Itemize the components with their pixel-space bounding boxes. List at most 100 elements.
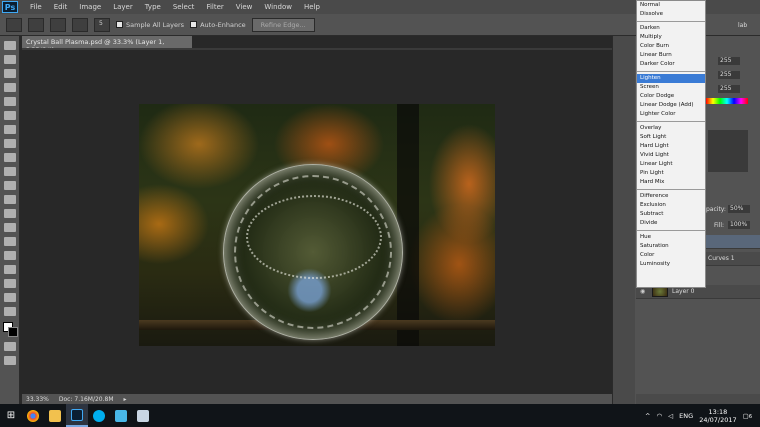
menu-image[interactable]: Image	[73, 3, 107, 11]
color-spectrum[interactable]	[706, 98, 748, 104]
blend-mode-option[interactable]: Overlay	[637, 124, 705, 133]
hand-tool-icon[interactable]	[3, 293, 16, 302]
subtract-selection-icon[interactable]	[72, 17, 88, 32]
dodge-tool-icon[interactable]	[3, 223, 16, 232]
color-value-r[interactable]: 255	[718, 57, 740, 65]
blend-mode-option[interactable]: Hard Light	[637, 142, 705, 151]
menu-layer[interactable]: Layer	[107, 3, 139, 11]
language-indicator[interactable]: ENG	[679, 412, 693, 420]
blend-mode-dropdown[interactable]: Normal Dissolve Darken Multiply Color Burn Li…	[636, 0, 706, 288]
healing-brush-tool-icon[interactable]	[3, 125, 16, 134]
volume-icon[interactable]: ◁	[668, 412, 673, 420]
wifi-icon[interactable]: ◠	[657, 412, 663, 420]
fill-label: Fill:	[714, 222, 725, 229]
skype-icon[interactable]	[88, 404, 110, 427]
blend-mode-option[interactable]: Saturation	[637, 242, 705, 251]
app-icon[interactable]	[110, 404, 132, 427]
fill-input[interactable]: 100%	[728, 221, 750, 229]
auto-enhance-checkbox[interactable]: Auto-Enhance	[190, 21, 246, 29]
blend-mode-option[interactable]: Subtract	[637, 210, 705, 219]
menu-filter[interactable]: Filter	[200, 3, 229, 11]
photoshop-taskbar-icon[interactable]	[66, 404, 88, 427]
blend-mode-option[interactable]: Darker Color	[637, 60, 705, 69]
blend-mode-option[interactable]: Lighten	[637, 74, 705, 83]
blend-mode-option[interactable]: Color Burn	[637, 42, 705, 51]
clone-stamp-tool-icon[interactable]	[3, 153, 16, 162]
history-brush-tool-icon[interactable]	[3, 167, 16, 176]
menu-window[interactable]: Window	[258, 3, 298, 11]
auto-enhance-label: Auto-Enhance	[200, 20, 246, 29]
notepad-icon[interactable]	[132, 404, 154, 427]
layer-name: Layer 0	[672, 288, 695, 295]
blend-mode-option[interactable]: Color Dodge	[637, 92, 705, 101]
type-tool-icon[interactable]	[3, 251, 16, 260]
blend-mode-option[interactable]: Vivid Light	[637, 151, 705, 160]
marquee-tool-icon[interactable]	[3, 55, 16, 64]
crystal-ball-shape	[223, 164, 403, 340]
eraser-tool-icon[interactable]	[3, 181, 16, 190]
path-selection-tool-icon[interactable]	[3, 265, 16, 274]
blend-mode-option[interactable]: Soft Light	[637, 133, 705, 142]
menu-help[interactable]: Help	[298, 3, 326, 11]
clock-time: 13:18	[708, 407, 728, 416]
document-image[interactable]	[139, 104, 495, 346]
lasso-tool-icon[interactable]	[3, 69, 16, 78]
shape-tool-icon[interactable]	[3, 279, 16, 288]
blend-mode-option[interactable]: Multiply	[637, 33, 705, 42]
blend-mode-option[interactable]: Lighter Color	[637, 110, 705, 119]
clock[interactable]: 13:18 24/07/2017	[699, 408, 736, 424]
panel-label-partial: lab	[738, 22, 748, 29]
crop-tool-icon[interactable]	[3, 97, 16, 106]
blend-mode-option[interactable]: Divide	[637, 219, 705, 228]
move-tool-icon[interactable]	[3, 41, 16, 50]
zoom-level[interactable]: 33.33%	[26, 396, 49, 403]
chrome-icon[interactable]	[22, 404, 44, 427]
quick-selection-tool-icon[interactable]	[3, 83, 16, 92]
notification-icon[interactable]: ▢6	[743, 412, 752, 420]
eyedropper-tool-icon[interactable]	[3, 111, 16, 120]
brush-tool-icon[interactable]	[3, 139, 16, 148]
checkbox-box	[190, 21, 198, 28]
zoom-tool-icon[interactable]	[3, 307, 16, 316]
sample-all-layers-checkbox[interactable]: Sample All Layers	[116, 21, 184, 29]
add-selection-icon[interactable]	[50, 17, 66, 32]
file-explorer-icon[interactable]	[44, 404, 66, 427]
color-value-g[interactable]: 255	[718, 71, 740, 79]
blend-mode-option[interactable]: Pin Light	[637, 169, 705, 178]
new-selection-icon[interactable]	[28, 17, 44, 32]
tool-preset-picker[interactable]	[6, 17, 22, 32]
blend-mode-option[interactable]: Difference	[637, 192, 705, 201]
blend-mode-option[interactable]: Darken	[637, 24, 705, 33]
color-value-b[interactable]: 255	[718, 85, 740, 93]
blend-mode-option[interactable]: Dissolve	[637, 10, 705, 19]
blend-mode-option[interactable]: Color	[637, 251, 705, 260]
menu-select[interactable]: Select	[167, 3, 201, 11]
windows-start-icon[interactable]: ⊞	[0, 404, 22, 427]
tray-arrow-icon[interactable]: ^	[645, 412, 650, 420]
brush-size-picker[interactable]: 5	[94, 17, 110, 32]
document-tab[interactable]: Crystal Ball Plasma.psd @ 33.3% (Layer 1…	[22, 36, 192, 54]
menu-file[interactable]: File	[24, 3, 48, 11]
blur-tool-icon[interactable]	[3, 209, 16, 218]
status-arrow-icon[interactable]: ▸	[124, 396, 127, 403]
menu-type[interactable]: Type	[139, 3, 167, 11]
quick-mask-icon[interactable]	[3, 342, 16, 351]
blend-mode-option[interactable]: Exclusion	[637, 201, 705, 210]
blend-mode-option[interactable]: Luminosity	[637, 260, 705, 269]
opacity-input[interactable]: 50%	[728, 205, 750, 213]
eye-icon[interactable]: ◉	[640, 288, 648, 295]
background-color-swatch[interactable]	[8, 327, 18, 337]
gradient-tool-icon[interactable]	[3, 195, 16, 204]
pen-tool-icon[interactable]	[3, 237, 16, 246]
refine-edge-button[interactable]: Refine Edge...	[251, 17, 315, 32]
menu-view[interactable]: View	[230, 3, 259, 11]
blend-mode-option[interactable]: Screen	[637, 83, 705, 92]
blend-mode-option[interactable]: Linear Burn	[637, 51, 705, 60]
blend-mode-option[interactable]: Hard Mix	[637, 178, 705, 187]
screen-mode-icon[interactable]	[3, 356, 16, 365]
blend-mode-option[interactable]: Normal	[637, 1, 705, 10]
menu-edit[interactable]: Edit	[48, 3, 74, 11]
blend-mode-option[interactable]: Linear Dodge (Add)	[637, 101, 705, 110]
blend-mode-option[interactable]: Hue	[637, 233, 705, 242]
blend-mode-option[interactable]: Linear Light	[637, 160, 705, 169]
